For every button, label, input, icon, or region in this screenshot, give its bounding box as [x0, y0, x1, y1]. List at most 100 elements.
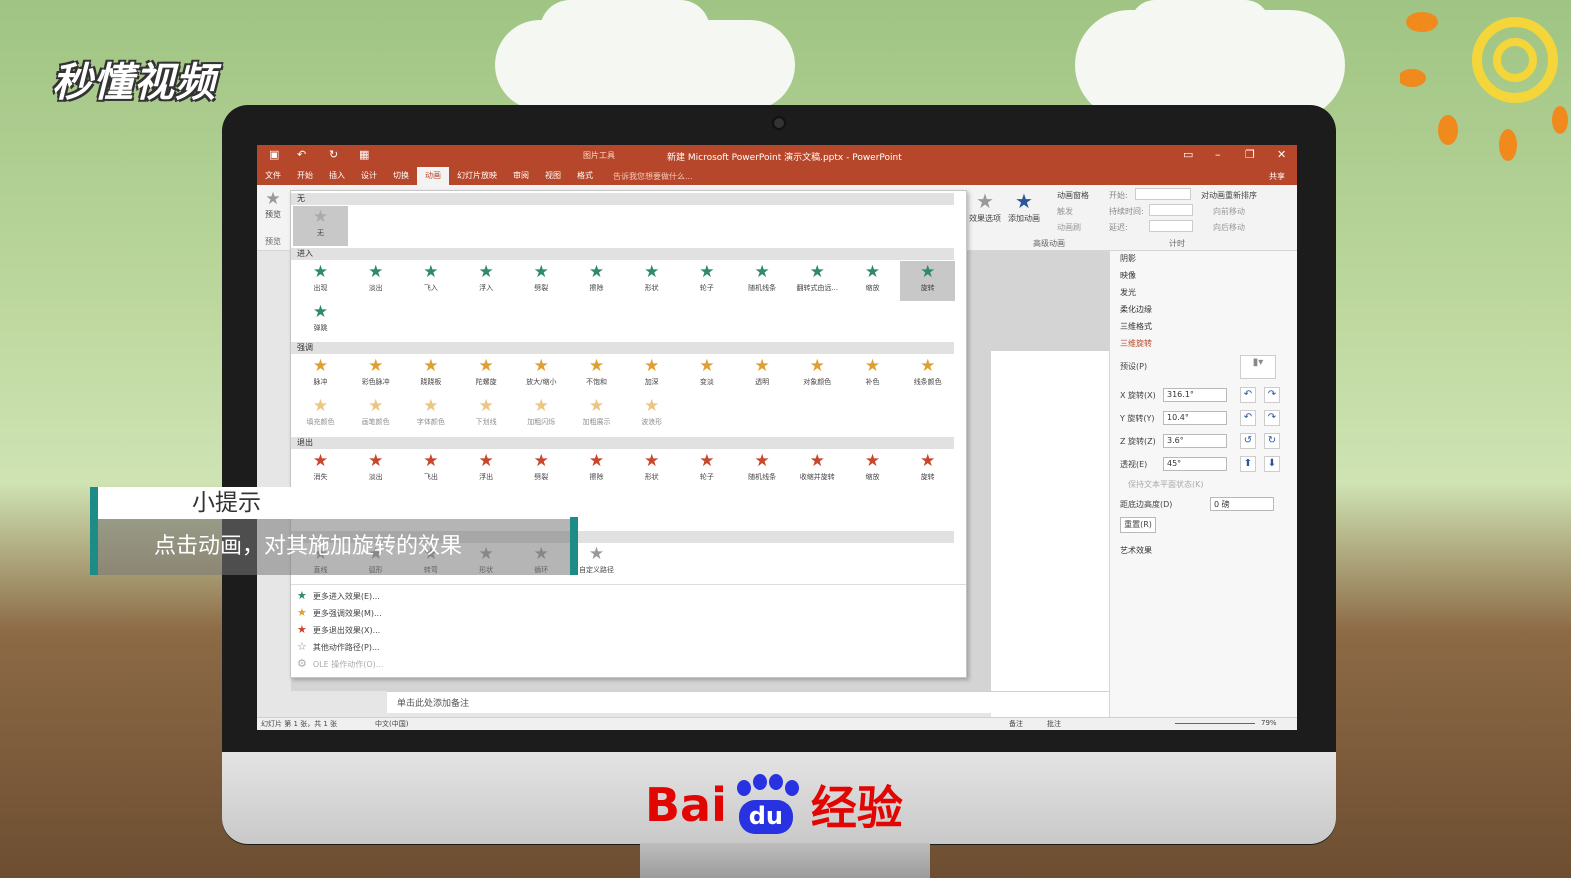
entrance-effect[interactable]: ★ 浮入 — [459, 261, 514, 301]
emphasis-effect[interactable]: ★ 波浪形 — [624, 395, 679, 435]
entrance-effect[interactable]: ★ 旋转 — [900, 261, 956, 301]
exit-effect[interactable]: ★ 淡出 — [348, 450, 403, 490]
z-rotation-input[interactable]: 3.6° — [1163, 434, 1227, 448]
restore-icon[interactable]: ❐ — [1245, 148, 1255, 161]
section-soft-edges[interactable]: 柔化边缘 — [1120, 304, 1152, 315]
entrance-effect[interactable]: ★ 淡出 — [348, 261, 403, 301]
emphasis-effect[interactable]: ★ 线条颜色 — [900, 355, 955, 395]
section-3d-rotation[interactable]: 三维旋转 — [1120, 338, 1152, 349]
emphasis-effect[interactable]: ★ 字体颜色 — [403, 395, 458, 435]
perspective-decrease-icon[interactable]: ⬇ — [1264, 456, 1280, 472]
entrance-effect[interactable]: ★ 出现 — [293, 261, 348, 301]
tab-transitions[interactable]: 切换 — [385, 167, 417, 185]
perspective-increase-icon[interactable]: ⬆ — [1240, 456, 1256, 472]
entrance-effect[interactable]: ★ 劈裂 — [514, 261, 569, 301]
tab-format[interactable]: 格式 — [569, 167, 601, 185]
tab-slideshow[interactable]: 幻灯片放映 — [449, 167, 505, 185]
move-later-button[interactable]: 向后移动 — [1213, 222, 1245, 233]
emphasis-effect[interactable]: ★ 加深 — [624, 355, 679, 395]
exit-effect[interactable]: ★ 轮子 — [679, 450, 734, 490]
entrance-effect[interactable]: ★ 弹跳 — [293, 301, 348, 341]
minimize-icon[interactable]: – — [1215, 148, 1221, 161]
close-icon[interactable]: ✕ — [1277, 148, 1286, 161]
more-motion-paths[interactable]: ☆ 其他动作路径(P)... — [297, 640, 380, 653]
language[interactable]: 中文(中国) — [375, 719, 408, 729]
section-3d-format[interactable]: 三维格式 — [1120, 321, 1152, 332]
distance-input[interactable]: 0 磅 — [1210, 497, 1274, 511]
exit-effect[interactable]: ★ 擦除 — [569, 450, 624, 490]
tab-animations[interactable]: 动画 — [417, 167, 449, 185]
rotate-right-icon[interactable]: ↷ — [1264, 387, 1280, 403]
section-shadow[interactable]: 阴影 — [1120, 253, 1136, 264]
ole-action-verbs[interactable]: ⚙ OLE 操作动作(O)... — [297, 657, 383, 670]
rotate-down-icon[interactable]: ↷ — [1264, 410, 1280, 426]
delay-input[interactable] — [1149, 220, 1193, 232]
emphasis-effect[interactable]: ★ 放大/缩小 — [514, 355, 569, 395]
undo-icon[interactable]: ↶ — [297, 148, 306, 161]
reset-button[interactable]: 重置(R) — [1120, 517, 1156, 533]
tab-view[interactable]: 视图 — [537, 167, 569, 185]
preset-dropdown-icon[interactable]: ▮▾ — [1240, 355, 1276, 379]
section-artistic-effects[interactable]: 艺术效果 — [1120, 545, 1152, 556]
rotate-cw-icon[interactable]: ↻ — [1264, 433, 1280, 449]
preview-button[interactable]: ★ 预览 预览 — [259, 189, 287, 249]
trigger-button[interactable]: 触发 — [1057, 206, 1073, 217]
entrance-effect[interactable]: ★ 缩放 — [845, 261, 900, 301]
more-emphasis-effects[interactable]: ★ 更多强调效果(M)... — [297, 606, 382, 619]
share-button[interactable]: 共享 — [1269, 171, 1285, 182]
keep-text-flat-checkbox[interactable]: 保持文本平面状态(K) — [1128, 479, 1204, 490]
entrance-effect[interactable]: ★ 轮子 — [679, 261, 734, 301]
exit-effect[interactable]: ★ 缩放 — [845, 450, 900, 490]
save-icon[interactable]: ▣ — [269, 148, 279, 161]
notes-area[interactable]: 单击此处添加备注 — [387, 691, 1113, 713]
entrance-effect[interactable]: ★ 翻转式由远... — [790, 261, 845, 301]
emphasis-effect[interactable]: ★ 加粗闪烁 — [514, 395, 569, 435]
zoom-level[interactable]: 79% — [1261, 719, 1277, 727]
emphasis-effect[interactable]: ★ 透明 — [735, 355, 790, 395]
notes-button[interactable]: 备注 — [1009, 719, 1023, 729]
redo-icon[interactable]: ↻ — [329, 148, 338, 161]
duration-input[interactable] — [1149, 204, 1193, 216]
emphasis-effect[interactable]: ★ 补色 — [845, 355, 900, 395]
x-rotation-input[interactable]: 316.1° — [1163, 388, 1227, 402]
slide-canvas[interactable] — [991, 351, 1117, 730]
more-exit-effects[interactable]: ★ 更多退出效果(X)... — [297, 623, 380, 636]
exit-effect[interactable]: ★ 消失 — [293, 450, 348, 490]
tab-file[interactable]: 文件 — [257, 167, 289, 185]
entrance-effect[interactable]: ★ 擦除 — [569, 261, 624, 301]
rotate-left-icon[interactable]: ↶ — [1240, 387, 1256, 403]
exit-effect[interactable]: ★ 旋转 — [900, 450, 955, 490]
tab-design[interactable]: 设计 — [353, 167, 385, 185]
tab-home[interactable]: 开始 — [289, 167, 321, 185]
emphasis-effect[interactable]: ★ 填充颜色 — [293, 395, 348, 435]
comments-button[interactable]: 批注 — [1047, 719, 1061, 729]
section-reflection[interactable]: 映像 — [1120, 270, 1136, 281]
add-animation-button[interactable]: ★ 添加动画 — [1007, 189, 1041, 224]
emphasis-effect[interactable]: ★ 变淡 — [679, 355, 734, 395]
emphasis-effect[interactable]: ★ 陀螺旋 — [459, 355, 514, 395]
effect-options-button[interactable]: ★ 效果选项 — [969, 189, 1001, 224]
ribbon-display-icon[interactable]: ▭ — [1183, 148, 1193, 161]
emphasis-effect[interactable]: ★ 跷跷板 — [403, 355, 458, 395]
exit-effect[interactable]: ★ 随机线条 — [735, 450, 790, 490]
zoom-slider[interactable] — [1175, 723, 1255, 724]
slide-thumbnail-panel[interactable] — [257, 251, 291, 711]
exit-effect[interactable]: ★ 收缩并旋转 — [790, 450, 845, 490]
y-rotation-input[interactable]: 10.4° — [1163, 411, 1227, 425]
emphasis-effect[interactable]: ★ 不饱和 — [569, 355, 624, 395]
start-select[interactable] — [1135, 188, 1191, 200]
emphasis-effect[interactable]: ★ 下划线 — [459, 395, 514, 435]
exit-effect[interactable]: ★ 劈裂 — [514, 450, 569, 490]
entrance-effect[interactable]: ★ 形状 — [624, 261, 679, 301]
move-earlier-button[interactable]: 向前移动 — [1213, 206, 1245, 217]
rotate-ccw-icon[interactable]: ↺ — [1240, 433, 1256, 449]
rotate-up-icon[interactable]: ↶ — [1240, 410, 1256, 426]
emphasis-effect[interactable]: ★ 对象颜色 — [790, 355, 845, 395]
tell-me-box[interactable]: 告诉我您想要做什么... — [613, 171, 693, 182]
animation-painter-button[interactable]: 动画刷 — [1057, 222, 1081, 233]
emphasis-effect[interactable]: ★ 彩色脉冲 — [348, 355, 403, 395]
exit-effect[interactable]: ★ 飞出 — [403, 450, 458, 490]
emphasis-effect[interactable]: ★ 画笔颜色 — [348, 395, 403, 435]
animation-none[interactable]: ★ 无 — [293, 206, 348, 246]
emphasis-effect[interactable]: ★ 加粗展示 — [569, 395, 624, 435]
